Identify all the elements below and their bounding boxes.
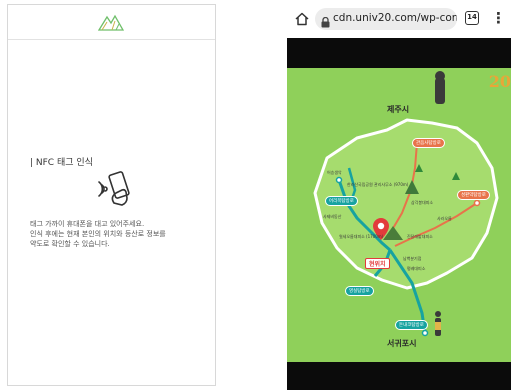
instruction-line: 약도로 확인할 수 있습니다.: [30, 240, 110, 248]
poi-label: 사제비동산: [323, 214, 342, 219]
route-tag[interactable]: 성판악탐방로: [457, 190, 490, 200]
current-location-label: 현위치: [365, 258, 390, 269]
more-vert-icon[interactable]: ⋮: [491, 8, 506, 28]
poi-label: 평궤대피소: [407, 266, 426, 271]
mountain-logo-icon: [97, 13, 125, 35]
poi-label: 삼각봉대피소: [411, 200, 434, 205]
route-tag[interactable]: 어리목탐방로: [325, 196, 358, 206]
url-text: cdn.univ20.com/wp-con: [333, 12, 457, 24]
poi-label: 어승생악: [327, 170, 342, 175]
brand-mark: 20: [488, 72, 511, 91]
home-icon[interactable]: [295, 11, 309, 30]
nfc-phone-tap-icon: [96, 167, 136, 211]
poi-label: 한라산국립공원 관리사무소 (970m): [347, 182, 409, 187]
address-bar[interactable]: cdn.univ20.com/wp-con: [315, 8, 457, 30]
tab-switcher-button[interactable]: 14: [465, 11, 479, 25]
nfc-screen: | NFC 태그 인식 태그 가까이 휴대폰을 대고 있어주세요. 인식 후에는…: [7, 4, 216, 386]
lock-icon: [321, 13, 330, 30]
poi-label: 진달래밭대피소: [407, 234, 433, 239]
route-tag[interactable]: 돈내코탐방로: [395, 320, 428, 330]
instruction-line: 인식 후에는 현재 본인의 위치와 등산로 정보를: [30, 230, 166, 238]
nfc-instructions: 태그 가까이 휴대폰을 대고 있어주세요. 인식 후에는 현재 본인의 위치와 …: [30, 219, 215, 249]
poi-label: 남벽분기점: [403, 256, 422, 261]
app-header: [8, 5, 215, 40]
poi-label: 사라오름: [437, 216, 452, 221]
browser-toolbar: cdn.univ20.com/wp-con 14 ⋮: [287, 0, 511, 38]
nfc-title: | NFC 태그 인식: [30, 158, 93, 168]
map-city-label-north: 제주시: [387, 105, 410, 114]
map-city-label-south: 서귀포시: [387, 339, 417, 348]
instruction-line: 태그 가까이 휴대폰을 대고 있어주세요.: [30, 220, 145, 228]
route-tag[interactable]: 관음사탐방로: [412, 138, 445, 148]
route-tag[interactable]: 영실탐방로: [345, 286, 374, 296]
trail-map: 제주시 서귀포시 20 관음사탐방로 성판악탐방로 어리목탐방로 영실탐방로 돈…: [287, 68, 511, 362]
browser-screen: cdn.univ20.com/wp-con 14 ⋮ 제주시 서귀포시 20 관…: [287, 0, 511, 390]
poi-label: 윗세오름대피소 (1700m): [339, 234, 384, 239]
